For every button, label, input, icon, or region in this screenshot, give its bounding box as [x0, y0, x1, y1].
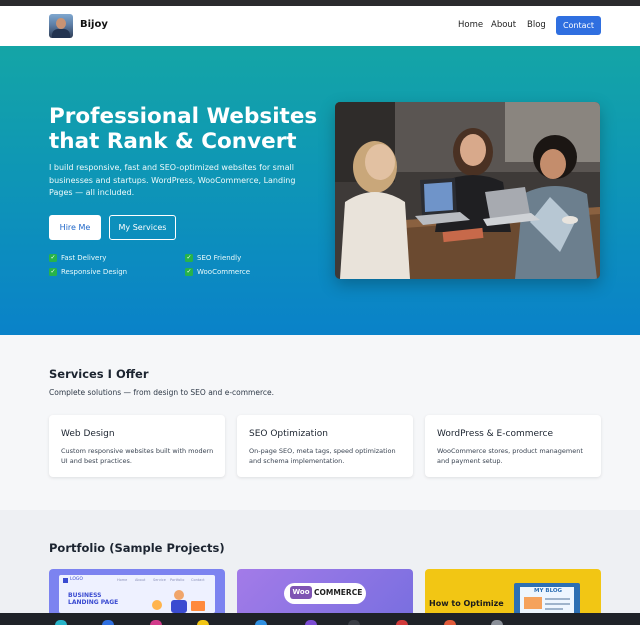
- hero-photo-illustration: [335, 102, 600, 279]
- services-subtitle: Complete solutions — from design to SEO …: [49, 388, 274, 397]
- check-icon: ✓: [185, 268, 193, 276]
- taskbar-app-icon[interactable]: [150, 620, 162, 625]
- mock-heading: BUSINESS LANDING PAGE: [68, 592, 119, 606]
- taskbar-app-icon[interactable]: [55, 620, 67, 625]
- hire-me-button[interactable]: Hire Me: [49, 215, 101, 240]
- taskbar-app-icon[interactable]: [396, 620, 408, 625]
- text-line: [545, 603, 570, 605]
- feature-item: ✓ Responsive Design: [49, 267, 127, 277]
- feature-label: Fast Delivery: [61, 254, 107, 262]
- blog-title: MY BLOG: [534, 588, 563, 594]
- check-icon: ✓: [185, 254, 193, 262]
- avatar-face: [56, 18, 66, 29]
- image-placeholder-icon: [524, 597, 542, 609]
- nav-link-about[interactable]: About: [491, 20, 516, 30]
- feature-item: ✓ SEO Friendly: [185, 253, 241, 263]
- hero-title: Professional Websites that Rank & Conver…: [49, 104, 318, 154]
- card-title: SEO Optimization: [249, 429, 328, 439]
- card-description: Custom responsive websites built with mo…: [61, 447, 214, 465]
- contact-button[interactable]: Contact: [556, 16, 601, 35]
- taskbar-app-icon[interactable]: [305, 620, 317, 625]
- mock-menu: About: [135, 578, 146, 582]
- card-description: WooCommerce stores, product management a…: [437, 447, 583, 465]
- portfolio-title: Portfolio (Sample Projects): [49, 541, 225, 555]
- hero-section: Professional Websites that Rank & Conver…: [0, 46, 640, 335]
- woo-wordmark: COMMERCE: [314, 588, 363, 597]
- taskbar: [0, 613, 640, 625]
- services-section: Services I Offer Complete solutions — fr…: [0, 335, 640, 510]
- taskbar-app-icon[interactable]: [444, 620, 456, 625]
- nav-link-blog[interactable]: Blog: [527, 20, 546, 30]
- portfolio-section: Portfolio (Sample Projects) LOGO Home Ab…: [0, 510, 640, 613]
- service-card-wordpress[interactable]: WordPress & E-commerce WooCommerce store…: [425, 415, 601, 477]
- my-services-button[interactable]: My Services: [109, 215, 176, 240]
- text-line: [545, 608, 563, 610]
- taskbar-app-icon[interactable]: [255, 620, 267, 625]
- check-icon: ✓: [49, 268, 57, 276]
- feature-label: WooCommerce: [197, 268, 251, 276]
- mock-menu: Portfolio: [170, 578, 185, 582]
- card-title: WordPress & E-commerce: [437, 429, 554, 439]
- mock-menu: Service: [153, 578, 166, 582]
- person-illustration-icon: [152, 590, 205, 613]
- card-description: On-page SEO, meta tags, speed optimizati…: [249, 447, 396, 465]
- feature-item: ✓ WooCommerce: [185, 267, 250, 277]
- blog-heading: How to Optimize: [429, 599, 504, 608]
- taskbar-app-icon[interactable]: [348, 620, 360, 625]
- brand-name[interactable]: Bijoy: [80, 19, 108, 30]
- logo-icon: [63, 578, 68, 583]
- taskbar-app-icon[interactable]: [102, 620, 114, 625]
- taskbar-app-icon[interactable]: [197, 620, 209, 625]
- hero-subtitle: I build responsive, fast and SEO-optimiz…: [49, 163, 296, 197]
- text-line: [545, 598, 570, 600]
- check-icon: ✓: [49, 254, 57, 262]
- nav-link-home[interactable]: Home: [458, 20, 483, 30]
- services-title: Services I Offer: [49, 367, 149, 381]
- portfolio-thumb-landing[interactable]: LOGO Home About Service Portfolio Contac…: [49, 569, 225, 613]
- service-card-seo[interactable]: SEO Optimization On-page SEO, meta tags,…: [237, 415, 413, 477]
- portfolio-thumb-blog[interactable]: How to Optimize MY BLOG: [425, 569, 601, 613]
- hero-photo: [335, 102, 600, 279]
- avatar[interactable]: [49, 14, 73, 38]
- portfolio-thumb-woocommerce[interactable]: Woo COMMERCE: [237, 569, 413, 613]
- woo-logo-icon: Woo: [290, 586, 312, 599]
- service-card-web-design[interactable]: Web Design Custom responsive websites bu…: [49, 415, 225, 477]
- feature-item: ✓ Fast Delivery: [49, 253, 106, 263]
- mock-logo: LOGO: [70, 577, 83, 582]
- mock-menu: Home: [117, 578, 128, 582]
- top-navbar: Bijoy Home About Blog Contact: [0, 6, 640, 46]
- taskbar-app-icon[interactable]: [491, 620, 503, 625]
- avatar-shirt: [52, 29, 70, 38]
- feature-label: SEO Friendly: [197, 254, 242, 262]
- card-title: Web Design: [61, 429, 115, 439]
- mock-menu: Contact: [191, 578, 205, 582]
- feature-label: Responsive Design: [61, 268, 128, 276]
